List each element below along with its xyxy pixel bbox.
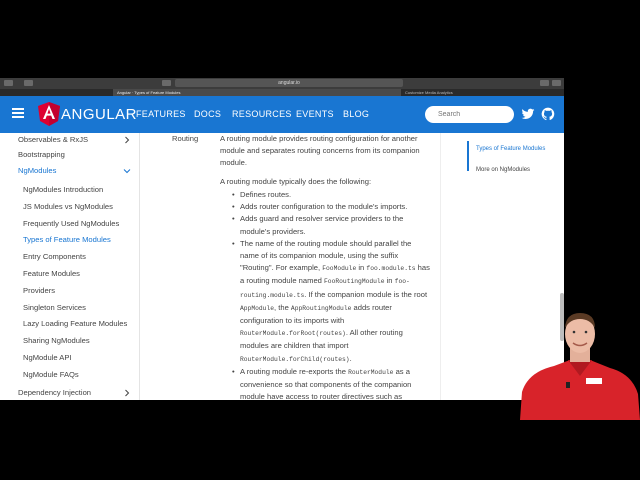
- sidebar-item-lazy-loading[interactable]: Lazy Loading Feature Modules: [0, 317, 140, 331]
- address-bar[interactable]: angular.io: [175, 79, 403, 87]
- sidebar-item-label: JS Modules vs NgModules: [23, 202, 113, 211]
- sidebar-item-singleton-services[interactable]: Singleton Services: [0, 301, 140, 315]
- list-item-text: Adds router configuration to the module'…: [240, 202, 408, 212]
- nav-resources[interactable]: RESOURCES: [232, 109, 292, 119]
- sidebar-nav: Observables & RxJS Bootstrapping NgModul…: [0, 133, 140, 400]
- code-foo-module-file: foo.module.ts: [366, 265, 416, 273]
- code-foo-module: FooModule: [322, 265, 357, 273]
- github-icon[interactable]: [541, 107, 555, 121]
- sidebar-item-label: Lazy Loading Feature Modules: [23, 319, 128, 328]
- list-item: Adds router configuration to the module'…: [232, 201, 430, 213]
- sidebar-item-frequently-used[interactable]: Frequently Used NgModules: [0, 217, 140, 231]
- code-foo-routing-module: FooRoutingModule: [324, 278, 385, 286]
- sidebar-item-label: Entry Components: [23, 252, 86, 261]
- list-item-text: in: [358, 263, 365, 273]
- tab-other[interactable]: Customize Media Analytics: [401, 89, 564, 96]
- chevron-down-icon: [123, 169, 131, 174]
- sidebar-item-label: NgModule FAQs: [23, 370, 79, 379]
- menu-icon[interactable]: [12, 108, 24, 120]
- sidebar-item-label: Types of Feature Modules: [23, 235, 111, 244]
- logo-text[interactable]: ANGULAR: [61, 106, 137, 123]
- sidebar-item-label: Feature Modules: [23, 269, 80, 278]
- sidebar-item-label: Frequently Used NgModules: [23, 219, 120, 228]
- sidebar-item-label: Providers: [23, 286, 56, 295]
- routing-description: A routing module provides routing config…: [220, 134, 420, 168]
- sidebar-toggle-button[interactable]: [162, 80, 171, 86]
- sidebar-item-entry-components[interactable]: Entry Components: [0, 250, 140, 264]
- tabs-button[interactable]: [552, 80, 561, 86]
- sidebar-item-observables[interactable]: Observables & RxJS: [0, 133, 140, 147]
- routing-lead: A routing module typically does the foll…: [220, 177, 372, 186]
- sidebar-item-ngmodule-faqs[interactable]: NgModule FAQs: [0, 368, 140, 382]
- sidebar-item-label: Singleton Services: [23, 303, 86, 312]
- presenter-video: [520, 313, 640, 420]
- sidebar-item-label: NgModules Introduction: [23, 185, 104, 194]
- sidebar-item-label: NgModule API: [23, 353, 72, 362]
- code-app-routing-module: AppRoutingModule: [290, 304, 352, 312]
- list-item: The name of the routing module should pa…: [232, 238, 430, 366]
- sidebar-item-types-of-feature-modules[interactable]: Types of Feature Modules: [0, 233, 140, 247]
- list-item-text: in: [386, 276, 393, 286]
- browser-toolbar: angular.io: [0, 78, 564, 89]
- back-button[interactable]: [4, 80, 13, 86]
- toc-item-more-on-ngmodules[interactable]: More on NgModules: [476, 167, 530, 173]
- code-app-module: AppModule: [240, 304, 275, 312]
- sidebar-item-ngmodules-intro[interactable]: NgModules Introduction: [0, 183, 140, 197]
- share-button[interactable]: [540, 80, 549, 86]
- nav-docs[interactable]: DOCS: [194, 109, 221, 119]
- sidebar-item-providers[interactable]: Providers: [0, 284, 140, 298]
- sidebar-item-label: NgModules: [18, 166, 57, 175]
- sidebar-item-label: Sharing NgModules: [23, 336, 90, 345]
- sidebar-item-sharing-ngmodules[interactable]: Sharing NgModules: [0, 334, 140, 348]
- list-item: Defines routes.: [232, 189, 430, 201]
- nav-features[interactable]: FEATURES: [136, 109, 186, 119]
- chevron-right-icon: [125, 389, 130, 397]
- code-router-forroot: RouterModule.forRoot(routes): [240, 330, 346, 338]
- nav-blog[interactable]: BLOG: [343, 109, 369, 119]
- sidebar-item-bootstrapping[interactable]: Bootstrapping: [0, 148, 140, 162]
- code-router-forchild: RouterModule.forChild(routes): [240, 355, 350, 363]
- list-item-text: Adds guard and resolver service provider…: [240, 214, 404, 236]
- list-item-text: Defines routes.: [240, 190, 292, 199]
- sidebar-item-dependency-injection[interactable]: Dependency Injection: [0, 386, 140, 400]
- toc-active-indicator: [467, 141, 469, 171]
- sidebar-item-ngmodule-api[interactable]: NgModule API: [0, 351, 140, 365]
- routing-bullets: Defines routes. Adds router configuratio…: [232, 189, 430, 400]
- angular-logo-icon[interactable]: [38, 102, 60, 126]
- top-nav: ANGULAR FEATURES DOCS RESOURCES EVENTS B…: [0, 96, 564, 133]
- list-item-text: A routing module re-exports the: [240, 366, 346, 376]
- list-item: A routing module re-exports the RouterMo…: [232, 366, 430, 400]
- forward-button[interactable]: [24, 80, 33, 86]
- sidebar-item-label: Dependency Injection: [18, 388, 92, 397]
- twitter-icon[interactable]: [521, 107, 535, 121]
- sidebar-item-label: Bootstrapping: [18, 150, 65, 159]
- row-label: Routing: [172, 134, 199, 143]
- sidebar-item-ngmodules[interactable]: NgModules: [0, 164, 140, 178]
- sidebar-item-js-vs-ngmodules[interactable]: JS Modules vs NgModules: [0, 200, 140, 214]
- list-item-text: , the: [274, 302, 289, 312]
- search-input[interactable]: [425, 106, 514, 123]
- sidebar-item-label: Observables & RxJS: [18, 135, 89, 144]
- list-item: Adds guard and resolver service provider…: [232, 213, 430, 237]
- tab-active[interactable]: Angular · Types of Feature Modules: [113, 89, 401, 96]
- browser-window: angular.io Angular · Types of Feature Mo…: [0, 78, 564, 400]
- doc-content: Routing A routing module provides routin…: [140, 133, 440, 400]
- list-item-text: .: [349, 353, 352, 363]
- code-router-module: RouterModule: [348, 368, 394, 376]
- tab-strip: Angular · Types of Feature Modules Custo…: [0, 89, 564, 96]
- nav-events[interactable]: EVENTS: [296, 109, 334, 119]
- sidebar-item-feature-modules[interactable]: Feature Modules: [0, 267, 140, 281]
- list-item-text: . If the companion module is the root: [304, 289, 428, 299]
- chevron-right-icon: [125, 136, 130, 144]
- toc-item-types-of-feature-modules[interactable]: Types of Feature Modules: [476, 146, 545, 152]
